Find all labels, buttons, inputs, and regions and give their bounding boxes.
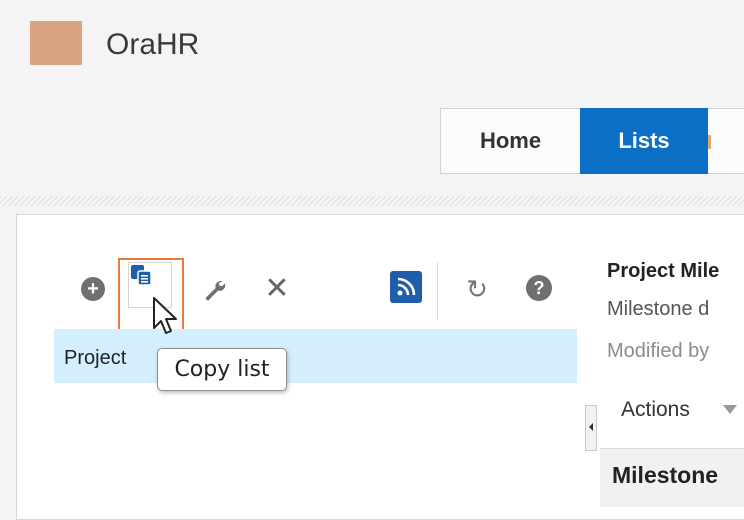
- tab-next-partial[interactable]: [708, 108, 744, 174]
- wrench-glyph: [205, 280, 226, 301]
- help-icon[interactable]: ?: [526, 275, 552, 301]
- rss-icon[interactable]: [390, 271, 422, 303]
- actions-menu[interactable]: Actions: [621, 398, 690, 422]
- main-nav-tabs: Home Lists: [440, 108, 744, 174]
- panel-collapse-handle[interactable]: [585, 405, 597, 451]
- list-item-label: Project: [64, 347, 127, 369]
- column-header-milestone[interactable]: Milestone: [612, 462, 718, 489]
- copy-list-icon: [131, 265, 152, 286]
- chevron-down-icon[interactable]: [723, 405, 737, 414]
- wrench-icon[interactable]: [198, 274, 230, 306]
- toolbar-separator: [437, 262, 438, 320]
- refresh-icon[interactable]: ↻: [462, 274, 492, 304]
- list-title: Project Mile: [607, 260, 720, 282]
- copy-list-tooltip: Copy list: [157, 348, 287, 391]
- header-divider: [0, 196, 744, 206]
- list-item-selected[interactable]: [54, 329, 577, 383]
- add-icon[interactable]: +: [81, 277, 105, 301]
- app-logo: [30, 21, 82, 65]
- app-title: OraHR: [106, 28, 200, 61]
- delete-icon[interactable]: ✕: [262, 272, 292, 305]
- list-description: Milestone d: [607, 298, 710, 320]
- mouse-cursor-icon: [153, 297, 177, 334]
- list-modified-by: Modified by: [607, 340, 710, 362]
- rss-glyph: [397, 277, 416, 296]
- tab-home[interactable]: Home: [440, 108, 580, 174]
- tab-lists[interactable]: Lists: [580, 108, 708, 174]
